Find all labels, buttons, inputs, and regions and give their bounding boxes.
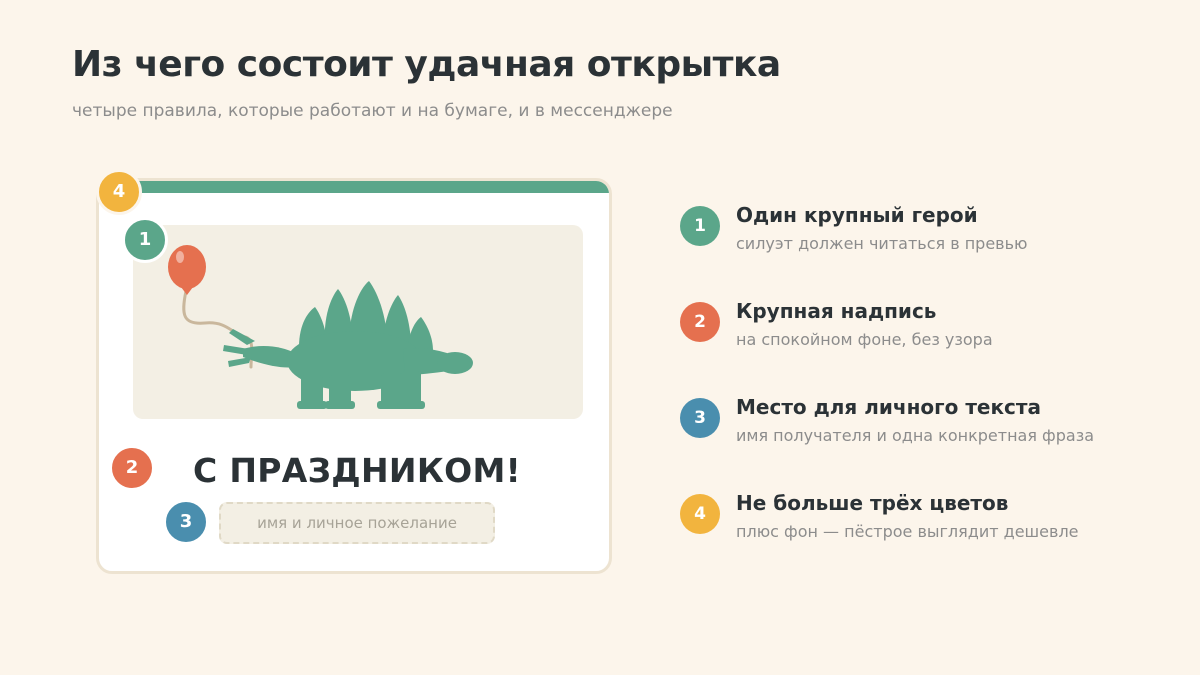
rule-title: Один крупный герой	[736, 203, 978, 227]
rule-title: Место для личного текста	[736, 395, 1041, 419]
rule-item: 4 Не больше трёх цветов плюс фон — пёстр…	[680, 491, 1160, 551]
rule-item: 3 Место для личного текста имя получател…	[680, 395, 1160, 455]
stegosaurus-icon	[223, 281, 473, 409]
card-badge-colors: 4	[96, 169, 142, 215]
rule-description: имя получателя и одна конкретная фраза	[736, 426, 1094, 445]
rule-number-badge: 4	[680, 494, 720, 534]
page-subtitle: четыре правила, которые работают и на бу…	[72, 101, 673, 121]
card-badge-headline: 2	[109, 445, 155, 491]
rule-item: 1 Один крупный герой силуэт должен читат…	[680, 203, 1160, 263]
rule-title: Крупная надпись	[736, 299, 937, 323]
rule-description: плюс фон — пёстрое выглядит дешевле	[736, 522, 1079, 541]
rule-title: Не больше трёх цветов	[736, 491, 1009, 515]
card-headline: С ПРАЗДНИКОМ!	[193, 451, 521, 490]
rule-description: силуэт должен читаться в превью	[736, 234, 1028, 253]
wish-placeholder-box: имя и личное пожелание	[219, 502, 495, 544]
hero-area	[133, 225, 583, 419]
rule-item: 2 Крупная надпись на спокойном фоне, без…	[680, 299, 1160, 359]
rule-number-badge: 1	[680, 206, 720, 246]
card-badge-hero: 1	[122, 217, 168, 263]
rule-number-badge: 3	[680, 398, 720, 438]
rule-number-badge: 2	[680, 302, 720, 342]
card-badge-wish: 3	[163, 499, 209, 545]
card-top-strip	[99, 181, 609, 193]
hero-illustration	[168, 245, 473, 409]
page-title: Из чего состоит удачная открытка	[72, 44, 781, 85]
rule-description: на спокойном фоне, без узора	[736, 330, 993, 349]
balloon-string	[182, 289, 254, 369]
balloon-icon	[168, 245, 206, 295]
